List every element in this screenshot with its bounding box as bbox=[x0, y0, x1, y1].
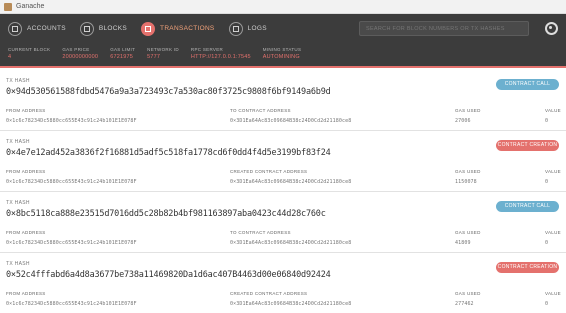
stat-label: MINING STATUS bbox=[262, 47, 302, 52]
from-address: 0×1c6c78234Dc5880cc655E43c91c24b101E1E07… bbox=[6, 301, 137, 307]
from-address-label: FROM ADDRESS bbox=[6, 169, 46, 174]
value-label: VALUE bbox=[545, 169, 561, 174]
to-address: 0×3D1Ea64Ac83c09684B38c24D0Cd2d21180ce8 bbox=[230, 118, 352, 124]
gas-used-label: GAS USED bbox=[455, 291, 481, 296]
search-input[interactable] bbox=[359, 21, 529, 36]
tx-hash-label: TX HASH bbox=[6, 200, 30, 206]
tx-hash: 0×94d530561588fdbd5476a9a3a723493c7a530a… bbox=[6, 87, 331, 97]
value-label: VALUE bbox=[545, 230, 561, 235]
transactions-icon bbox=[141, 21, 156, 36]
top-navigation: ACCOUNTS BLOCKS TRANSACTIONS LOGS bbox=[0, 14, 566, 43]
nav-blocks[interactable]: BLOCKS bbox=[79, 21, 128, 36]
contract-creation-badge: CONTRACT CREATION bbox=[496, 262, 559, 273]
transaction-row[interactable]: TX HASH 0×8bc5118ca888e23515d7016dd5c28b… bbox=[0, 192, 566, 253]
to-address: 0×3D1Ea64Ac83c09684B38c24D0Cd2d21180ce8 bbox=[230, 240, 352, 246]
stat-label: NETWORK ID bbox=[147, 47, 179, 52]
value-label: VALUE bbox=[545, 108, 561, 113]
stat-network-id: NETWORK ID 5777 bbox=[147, 43, 179, 66]
window-title: Ganache bbox=[16, 3, 45, 10]
from-address-label: FROM ADDRESS bbox=[6, 108, 46, 113]
gear-icon[interactable] bbox=[545, 22, 558, 35]
created-contract-address: 0×3D1Ea64Ac83c09684B38c24D0Cd2d21180ce8 bbox=[230, 179, 352, 185]
stat-value: 4 bbox=[8, 54, 12, 60]
transaction-row[interactable]: TX HASH 0×4e7e12ad452a3836f2f16881d5adf5… bbox=[0, 131, 566, 192]
created-contract-address: 0×3D1Ea64Ac83c09684B38c24D0Cd2d21180ce8 bbox=[230, 301, 352, 307]
transaction-row[interactable]: TX HASH 0×52c4fffabd6a4d8a3677be738a1146… bbox=[0, 253, 566, 313]
gas-used: 41809 bbox=[455, 240, 471, 246]
gas-used: 1150078 bbox=[455, 179, 477, 185]
stat-label: CURRENT BLOCK bbox=[8, 47, 51, 52]
window-titlebar: Ganache bbox=[0, 0, 566, 14]
ganache-logo-icon bbox=[4, 2, 12, 11]
stat-label: RPC SERVER bbox=[190, 47, 224, 52]
stat-value: 20000000000 bbox=[62, 54, 99, 60]
contract-creation-badge: CONTRACT CREATION bbox=[496, 140, 559, 151]
stat-rpc-server: RPC SERVER HTTP://127.0.0.1:7545 bbox=[191, 43, 251, 66]
stat-value: AUTOMINING bbox=[262, 54, 300, 60]
value: 0 bbox=[545, 118, 549, 124]
nav-transactions[interactable]: TRANSACTIONS bbox=[141, 21, 215, 36]
contract-call-badge: CONTRACT CALL bbox=[496, 79, 559, 90]
stat-current-block: CURRENT BLOCK 4 bbox=[8, 43, 50, 66]
logs-icon bbox=[228, 21, 243, 36]
stat-label: GAS PRICE bbox=[62, 47, 90, 52]
status-bar: CURRENT BLOCK 4 GAS PRICE 20000000000 GA… bbox=[0, 43, 566, 68]
nav-blocks-label: BLOCKS bbox=[98, 25, 128, 32]
from-address-label: FROM ADDRESS bbox=[6, 291, 46, 296]
gas-used: 27006 bbox=[455, 118, 471, 124]
gas-used-label: GAS USED bbox=[455, 230, 481, 235]
value: 0 bbox=[545, 301, 549, 307]
stat-value: 5777 bbox=[147, 54, 161, 60]
stat-gas-price: GAS PRICE 20000000000 bbox=[62, 43, 98, 66]
stat-gas-limit: GAS LIMIT 6721975 bbox=[110, 43, 135, 66]
stat-value: HTTP://127.0.0.1:7545 bbox=[190, 54, 251, 60]
from-address-label: FROM ADDRESS bbox=[6, 230, 46, 235]
created-contract-address-label: CREATED CONTRACT ADDRESS bbox=[230, 291, 308, 296]
blocks-icon bbox=[79, 21, 94, 36]
nav-transactions-label: TRANSACTIONS bbox=[160, 25, 215, 32]
value: 0 bbox=[545, 240, 549, 246]
contract-call-badge: CONTRACT CALL bbox=[496, 201, 559, 212]
transaction-row[interactable]: TX HASH 0×94d530561588fdbd5476a9a3a72349… bbox=[0, 70, 566, 131]
from-address: 0×1c6c78234Dc5880cc655E43c91c24b101E1E07… bbox=[6, 179, 137, 185]
gas-used-label: GAS USED bbox=[455, 169, 481, 174]
value-label: VALUE bbox=[545, 291, 561, 296]
nav-accounts-label: ACCOUNTS bbox=[27, 25, 66, 32]
accounts-icon bbox=[8, 21, 22, 36]
tx-hash-label: TX HASH bbox=[6, 261, 30, 267]
gas-used: 277462 bbox=[455, 301, 474, 307]
to-address-label: TO CONTRACT ADDRESS bbox=[230, 230, 291, 235]
nav-logs[interactable]: LOGS bbox=[228, 21, 267, 36]
stat-value: 6721975 bbox=[110, 54, 133, 60]
nav-accounts[interactable]: ACCOUNTS bbox=[8, 21, 66, 36]
created-contract-address-label: CREATED CONTRACT ADDRESS bbox=[230, 169, 308, 174]
tx-hash: 0×52c4fffabd6a4d8a3677be738a11469820Da1d… bbox=[6, 270, 331, 280]
gas-used-label: GAS USED bbox=[455, 108, 481, 113]
tx-hash: 0×4e7e12ad452a3836f2f16881d5adf5c518fa17… bbox=[6, 148, 331, 158]
stat-mining-status: MINING STATUS AUTOMINING bbox=[263, 43, 301, 66]
from-address: 0×1c6c78234Dc5880cc655E43c91c24b101E1E07… bbox=[6, 240, 137, 246]
tx-hash-label: TX HASH bbox=[6, 139, 30, 145]
nav-logs-label: LOGS bbox=[247, 25, 267, 32]
stat-label: GAS LIMIT bbox=[110, 47, 136, 52]
to-address-label: TO CONTRACT ADDRESS bbox=[230, 108, 291, 113]
tx-hash-label: TX HASH bbox=[6, 78, 30, 84]
from-address: 0×1c6c78234Dc5880cc655E43c91c24b101E1E07… bbox=[6, 118, 137, 124]
value: 0 bbox=[545, 179, 549, 185]
tx-hash: 0×8bc5118ca888e23515d7016dd5c28b82b4bf98… bbox=[6, 209, 326, 219]
